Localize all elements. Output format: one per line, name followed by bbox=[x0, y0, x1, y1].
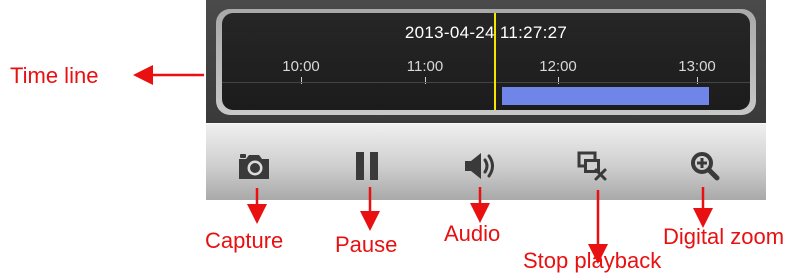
pause-annotation: Pause bbox=[335, 232, 398, 257]
digital-zoom-annotation: Digital zoom bbox=[663, 224, 785, 249]
capture-annotation: Capture bbox=[205, 228, 284, 253]
stop-playback-annotation: Stop playback bbox=[523, 248, 662, 273]
time-line-annotation: Time line bbox=[10, 63, 99, 88]
audio-annotation: Audio bbox=[444, 221, 501, 246]
